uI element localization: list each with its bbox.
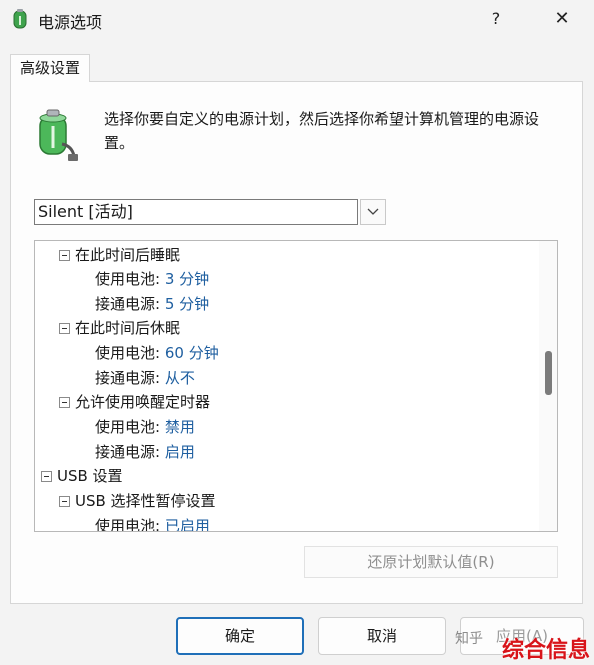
collapse-icon[interactable] xyxy=(59,250,70,261)
collapse-icon[interactable] xyxy=(41,471,52,482)
collapse-icon[interactable] xyxy=(59,496,70,507)
setting-value[interactable]: 启用 xyxy=(165,443,195,461)
tree-item[interactable]: 接通电源: 5 分钟 xyxy=(95,292,209,316)
site-watermark: 综合信息 xyxy=(502,638,591,663)
cancel-button[interactable]: 取消 xyxy=(318,617,446,655)
tree-item[interactable]: 在此时间后睡眠 xyxy=(59,243,180,267)
battery-plug-icon xyxy=(39,109,78,161)
settings-tree[interactable]: 在此时间后睡眠 使用电池: 3 分钟 接通电源: 5 分钟 在此时间后休眠 使用… xyxy=(34,240,558,532)
tree-item[interactable]: 使用电池: 60 分钟 xyxy=(95,341,219,365)
close-button[interactable]: ✕ xyxy=(540,4,584,34)
setting-value[interactable]: 5 分钟 xyxy=(165,295,209,313)
setting-value[interactable]: 60 分钟 xyxy=(165,344,219,362)
tree-item[interactable]: 接通电源: 启用 xyxy=(95,440,195,464)
scroll-thumb[interactable] xyxy=(545,351,552,395)
dropdown-toggle[interactable] xyxy=(360,199,386,225)
tree-item[interactable]: USB 设置 xyxy=(41,464,123,488)
description-text: 选择你要自定义的电源计划，然后选择你希望计算机管理的电源设置。 xyxy=(104,110,540,152)
window-title: 电源选项 xyxy=(38,13,103,32)
power-options-window: 电源选项 ? ✕ 高级设置 选择你要自定义的电源计划，然后选择你希望计算机管理的… xyxy=(0,0,594,665)
power-options-icon xyxy=(13,9,27,29)
tree-item[interactable]: 使用电池: 已启用 xyxy=(95,514,210,531)
tree-scrollbar[interactable] xyxy=(539,241,557,531)
collapse-icon[interactable] xyxy=(59,323,70,334)
help-button[interactable]: ? xyxy=(476,4,516,34)
restore-defaults-button[interactable]: 还原计划默认值(R) xyxy=(304,546,558,578)
tree-item[interactable]: 接通电源: 从不 xyxy=(95,366,195,390)
setting-value[interactable]: 禁用 xyxy=(165,418,195,436)
tab-advanced-settings[interactable]: 高级设置 xyxy=(10,54,90,82)
tree-item[interactable]: 使用电池: 3 分钟 xyxy=(95,267,209,291)
collapse-icon[interactable] xyxy=(59,397,70,408)
chevron-down-icon xyxy=(367,208,379,215)
setting-value[interactable]: 从不 xyxy=(165,369,195,387)
power-plan-dropdown[interactable]: Silent [活动] xyxy=(34,199,358,225)
tree-item[interactable]: 在此时间后休眠 xyxy=(59,316,180,340)
setting-value[interactable]: 3 分钟 xyxy=(165,270,209,288)
tree-item[interactable]: 使用电池: 禁用 xyxy=(95,415,195,439)
ok-button[interactable]: 确定 xyxy=(176,617,304,655)
tree-item[interactable]: USB 选择性暂停设置 xyxy=(59,489,216,513)
setting-value[interactable]: 已启用 xyxy=(165,517,210,531)
zhihu-watermark: 知乎 xyxy=(455,631,483,647)
title-bar: 电源选项 ? ✕ xyxy=(0,0,594,40)
tree-item[interactable]: 允许使用唤醒定时器 xyxy=(59,390,210,414)
